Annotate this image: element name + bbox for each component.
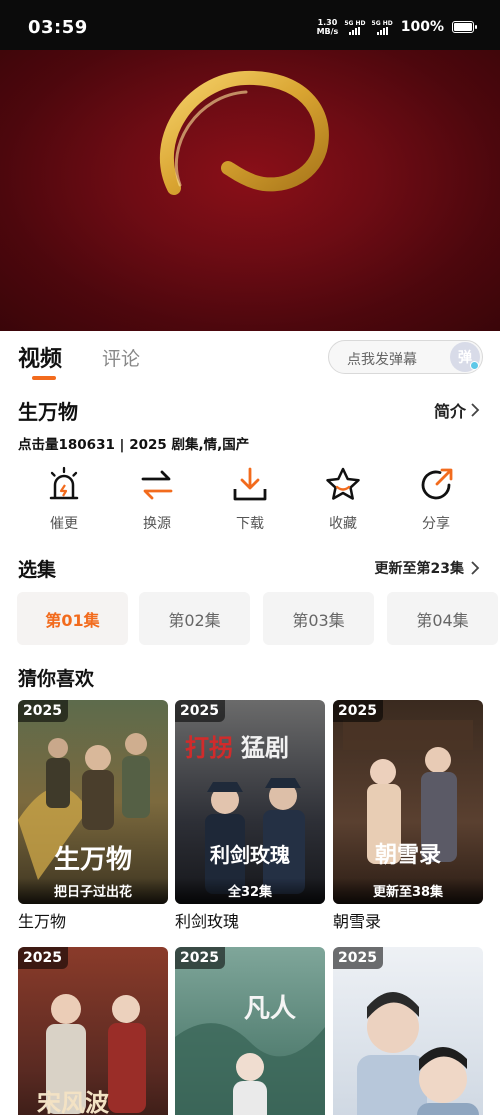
recommend-card[interactable]: 宋风波 2025 [18, 947, 168, 1115]
svg-text:生万物: 生万物 [54, 845, 132, 875]
video-player[interactable] [0, 50, 500, 331]
status-time: 03:59 [28, 17, 88, 38]
poster-image: 宋风波 2025 [18, 947, 168, 1115]
signal-sim1-icon: 5G HD [344, 20, 366, 35]
status-indicators: 1.30 MB/s 5G HD 5G HD 100% [316, 18, 477, 36]
card-title: 生万物 [18, 912, 67, 931]
year-badge: 2025 [175, 947, 225, 969]
favorite-button[interactable]: 收藏 [313, 465, 373, 540]
recommend-card[interactable]: 朝雪录 2025 更新至38集 朝雪录 [333, 700, 483, 932]
poster-caption: 更新至38集 [333, 878, 483, 904]
battery-icon [452, 21, 477, 33]
episode-list: 第01集 第02集 第03集 第04集 [17, 592, 500, 646]
action-bar: 催更 换源 下载 收藏 分享 [0, 465, 500, 540]
card-title: 朝雪录 [333, 912, 382, 931]
intro-button[interactable]: 简介 [434, 398, 480, 422]
status-bar: 03:59 1.30 MB/s 5G HD 5G HD 100% [0, 0, 500, 50]
signal-sim2-icon: 5G HD [372, 20, 393, 35]
poster-caption: 把日子过出花 [18, 878, 168, 904]
year-badge: 2025 [18, 700, 68, 722]
poster-image: 打拐 猛剧 利剑玫瑰 2025 全32集 [175, 700, 325, 904]
switch-source-button[interactable]: 换源 [127, 465, 187, 540]
svg-text:凡人: 凡人 [244, 994, 296, 1024]
svg-text:打拐: 打拐 [185, 734, 233, 762]
download-button[interactable]: 下载 [220, 465, 280, 540]
year-badge: 2025 [175, 700, 225, 722]
alarm-icon [49, 466, 79, 500]
tab-video[interactable]: 视频 [18, 341, 62, 373]
svg-text:猛剧: 猛剧 [241, 734, 289, 762]
episode-item[interactable]: 第04集 [387, 592, 498, 645]
year-badge: 2025 [333, 947, 383, 969]
svg-text:朝雪录: 朝雪录 [375, 842, 441, 868]
remind-update-button[interactable]: 催更 [34, 465, 94, 540]
share-icon [421, 468, 453, 500]
poster-image: 凡人 2025 [175, 947, 325, 1115]
danmu-status-dot [470, 361, 479, 370]
network-speed: 1.30 MB/s [316, 18, 339, 36]
share-button[interactable]: 分享 [406, 465, 466, 540]
recommend-card[interactable]: 凡人 2025 [175, 947, 325, 1115]
active-tab-indicator [32, 376, 56, 380]
episode-item[interactable]: 第03集 [263, 592, 374, 645]
show-meta: 点击量180631 | 2025 剧集,情,国产 [18, 437, 250, 453]
star-icon [326, 467, 360, 500]
studio-logo-icon [159, 70, 329, 195]
poster-image: 朝雪录 2025 更新至38集 [333, 700, 483, 904]
poster-image: 2025 [333, 947, 483, 1115]
poster-image: 生万物 2025 把日子过出花 [18, 700, 168, 904]
danmu-placeholder: 点我发弹幕 [347, 352, 417, 368]
danmu-input[interactable]: 点我发弹幕 弹 [328, 340, 483, 374]
download-icon [233, 467, 267, 501]
chevron-right-icon [471, 403, 480, 417]
recommend-card[interactable]: 打拐 猛剧 利剑玫瑰 2025 全32集 利剑玫瑰 [175, 700, 325, 932]
tab-comments[interactable]: 评论 [102, 344, 140, 371]
swap-icon [141, 470, 173, 500]
svg-text:利剑玫瑰: 利剑玫瑰 [210, 843, 290, 867]
recommend-title: 猜你喜欢 [18, 668, 95, 690]
card-title: 利剑玫瑰 [175, 912, 240, 931]
poster-caption: 全32集 [175, 878, 325, 904]
year-badge: 2025 [18, 947, 68, 969]
recommend-card[interactable]: 2025 [333, 947, 483, 1115]
episode-item[interactable]: 第02集 [139, 592, 250, 645]
recommend-card[interactable]: 生万物 2025 把日子过出花 生万物 [18, 700, 168, 932]
episodes-more-button[interactable]: 更新至第23集 [375, 558, 480, 578]
svg-text:宋风波: 宋风波 [37, 1088, 110, 1115]
episodes-title: 选集 [18, 559, 57, 581]
year-badge: 2025 [333, 700, 383, 722]
show-title: 生万物 [18, 400, 78, 424]
battery-percent: 100% [400, 19, 444, 35]
chevron-right-icon [471, 561, 480, 575]
danmu-toggle-button[interactable]: 弹 [450, 342, 480, 372]
episode-item[interactable]: 第01集 [17, 592, 128, 645]
